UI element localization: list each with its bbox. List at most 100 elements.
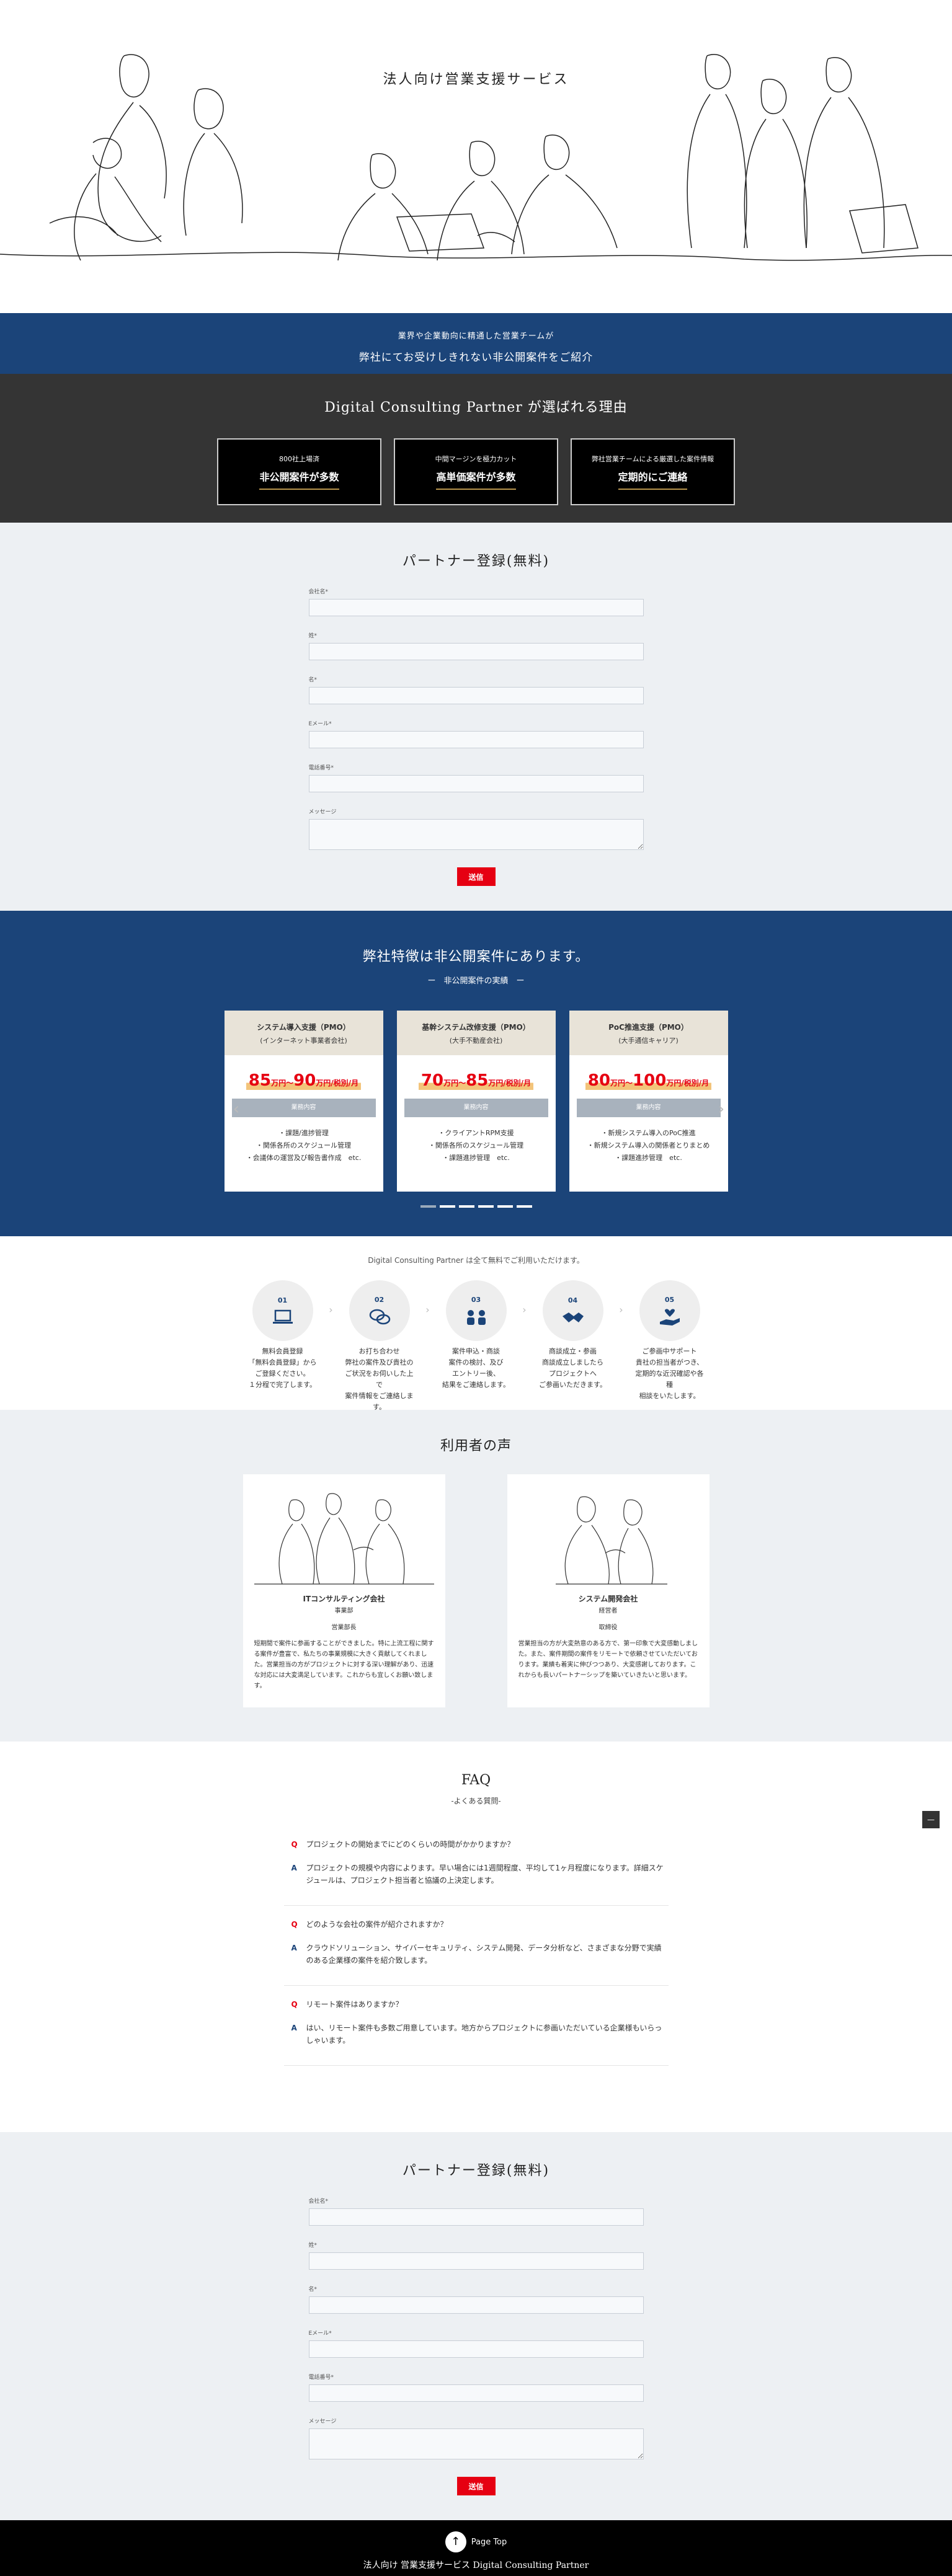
chat-icon — [369, 1309, 390, 1325]
steps-intro: Digital Consulting Partner は全て無料でご利用いただけ… — [368, 1256, 584, 1265]
last-name-field[interactable] — [308, 643, 644, 660]
project-client: (大手不動産会社) — [449, 1037, 503, 1045]
testimonials-title: 利用者の声 — [440, 1438, 512, 1454]
registration-form-bottom: パートナー登録(無料) 会社名* 姓* 名* Eメール* 電話番号* メッセージ… — [0, 2132, 952, 2520]
carousel-dot[interactable] — [478, 1205, 494, 1208]
list-item: ・クライアントRPM支援 — [438, 1129, 514, 1137]
phone-label: 電話番号* — [308, 765, 334, 771]
step-number: 03 — [471, 1296, 481, 1304]
arrow-up-icon: ↑ — [445, 2531, 466, 2552]
step-desc: 商談成立しましたら — [542, 1358, 603, 1366]
reasons-list: 800社上場済 非公開案件が多数 中間マージンを極力カット 高単価案件が多数 弊… — [0, 438, 952, 505]
faq-item: Q どのような会社の案件が紹介されますか？ A クラウドソリューション、サイバーセキ… — [283, 1906, 669, 1986]
form-body: 会社名* 姓* 名* Eメール* 電話番号* メッセージ 送信 — [308, 2197, 644, 2495]
step-number: 04 — [567, 1296, 578, 1304]
hero: 法人向け営業支援サービス — [0, 0, 952, 313]
answer-mark: A — [291, 2024, 297, 2032]
email-field[interactable] — [308, 2340, 644, 2358]
laptop-icon — [272, 1309, 293, 1324]
chevron-right-icon: › — [329, 1304, 333, 1316]
testimonial-company: システム開発会社 — [578, 1595, 638, 1603]
carousel-dot[interactable] — [458, 1205, 474, 1208]
project-title: PoC推進支援（PMO） — [608, 1023, 688, 1032]
step-desc: ご参画いただきます。 — [539, 1381, 607, 1389]
list-item: ・課題進捗管理 etc. — [442, 1154, 510, 1162]
answer-mark: A — [291, 1944, 297, 1952]
list-item: ・関係各所のスケジュール管理 — [256, 1141, 352, 1149]
steps-list: 01 無料会員登録 「無料会員登録」から ご登録ください。 １分程で完了します。… — [0, 1280, 952, 1413]
carousel-dot[interactable] — [439, 1205, 455, 1208]
step-item: 02 お打ち合わせ 弊社の案件及び貴社の ご状況をお伺いした上で 案件情報をご連… — [345, 1280, 414, 1413]
submit-button[interactable]: 送信 — [456, 2477, 496, 2495]
step-desc: 弊社の案件及び貴社の — [345, 1358, 414, 1366]
chevron-right-icon: › — [619, 1304, 623, 1316]
testimonial-dept: 経営者 — [598, 1608, 618, 1614]
answer-mark: A — [291, 1864, 297, 1872]
first-name-field[interactable] — [308, 687, 644, 704]
testimonial-role: 取締役 — [598, 1624, 618, 1631]
question-mark: Q — [291, 2000, 298, 2009]
business-label: 業務内容 — [231, 1099, 376, 1117]
step-name: 案件申込・商談 — [452, 1347, 500, 1355]
carousel-next-icon[interactable]: › — [714, 1095, 728, 1123]
faq-title: FAQ — [461, 1773, 491, 1788]
first-name-field[interactable] — [308, 2296, 644, 2314]
project-price: 70万円〜85万円/税別/月 — [418, 1071, 534, 1090]
project-title: システム導入支援（PMO） — [257, 1023, 350, 1032]
step-desc: 案件情報をご連絡します。 — [345, 1392, 414, 1411]
footer-copyright: 法人向け 営業支援サービス Digital Consulting Partner — [363, 2561, 589, 2570]
faq-question: プロジェクトの開始までにどのくらいの時間がかかりますか？ — [306, 1840, 515, 1849]
step-number: 01 — [277, 1296, 288, 1304]
first-name-label: 名* — [308, 677, 318, 683]
testimonial-text: 短期間で案件に参画することができました。特に上流工程に関する案件が豊富で、私たち… — [254, 1640, 434, 1689]
phone-field[interactable] — [308, 2384, 644, 2402]
message-field[interactable] — [308, 819, 644, 850]
email-field[interactable] — [308, 731, 644, 748]
company-label: 会社名* — [308, 2198, 329, 2205]
step-desc: １分程で完了します。 — [249, 1381, 316, 1389]
carousel-dot[interactable] — [420, 1205, 436, 1208]
carousel-dot[interactable] — [516, 1205, 532, 1208]
testimonials-section: 利用者の声 ITコンサルティング会社 事業部 営業部長 短期間で案件に参画するこ… — [0, 1410, 952, 1742]
projects-subtitle: ー 非公開案件の実績 ー — [427, 976, 525, 986]
step-name: 商談成立・参画 — [549, 1347, 597, 1355]
step-desc: ご登録ください。 — [255, 1370, 310, 1378]
company-field[interactable] — [308, 599, 644, 616]
phone-field[interactable] — [308, 775, 644, 792]
last-name-field[interactable] — [308, 2252, 644, 2270]
list-item: ・新規システム導入のPoC推進 — [601, 1129, 696, 1137]
scroll-top-button[interactable]: — — [922, 1811, 940, 1828]
faq-list: Q プロジェクトの開始までにどのくらいの時間がかかりますか？ A プロジェクトの規模… — [283, 1826, 669, 2066]
project-tasks: ・新規システム導入のPoC推進 ・新規システム導入の関係者とりまとめ ・課題進捗… — [569, 1127, 728, 1164]
project-price: 85万円〜90万円/税別/月 — [246, 1071, 362, 1090]
step-desc: 結果をご連絡します。 — [442, 1381, 510, 1389]
meeting-icon — [466, 1310, 486, 1325]
business-label: 業務内容 — [576, 1099, 721, 1117]
testimonial-dept: 事業部 — [334, 1608, 354, 1614]
message-field[interactable] — [308, 2428, 644, 2459]
faq-item: Q プロジェクトの開始までにどのくらいの時間がかかりますか？ A プロジェクトの規模… — [283, 1826, 669, 1906]
reason-big: 高単価案件が多数 — [436, 469, 516, 490]
testimonial-text: 営業担当の方が大変熱意のある方で、第一印象で大変感動しました。また、案件期間の案… — [518, 1640, 698, 1679]
carousel-dot[interactable] — [497, 1205, 513, 1208]
page-top-link[interactable]: ↑ Page Top — [445, 2531, 507, 2552]
faq-answer: クラウドソリューション、サイバーセキュリティ、システム開発、データ分析など、さま… — [306, 1944, 662, 1965]
list-item: ・新規システム導入の関係者とりまとめ — [587, 1141, 710, 1149]
submit-button[interactable]: 送信 — [456, 867, 496, 886]
faq-question: リモート案件はありますか？ — [306, 2000, 403, 2009]
hero-line-art — [0, 54, 952, 261]
form-body: 会社名* 姓* 名* Eメール* 電話番号* メッセージ 送信 — [308, 587, 644, 886]
faq-answer: はい、リモート案件も多数ご用意しています。地方からプロジェクトに参画いただいてい… — [306, 2024, 662, 2045]
step-desc: 貴社の担当者がつき、 — [635, 1358, 704, 1366]
carousel-prev-icon[interactable]: ‹ — [229, 1095, 243, 1123]
step-desc: 案件の検討、及び — [448, 1358, 504, 1366]
step-desc: 相談をいたします。 — [639, 1392, 700, 1400]
steps-section: Digital Consulting Partner は全て無料でご利用いただけ… — [0, 1236, 952, 1413]
question-mark: Q — [291, 1920, 298, 1929]
company-field[interactable] — [308, 2208, 644, 2226]
chevron-right-icon: › — [425, 1304, 430, 1316]
project-client: (大手通信キャリア) — [618, 1037, 678, 1045]
step-desc: エントリー後、 — [452, 1370, 500, 1378]
last-name-label: 姓* — [308, 2242, 318, 2249]
last-name-label: 姓* — [308, 633, 318, 639]
